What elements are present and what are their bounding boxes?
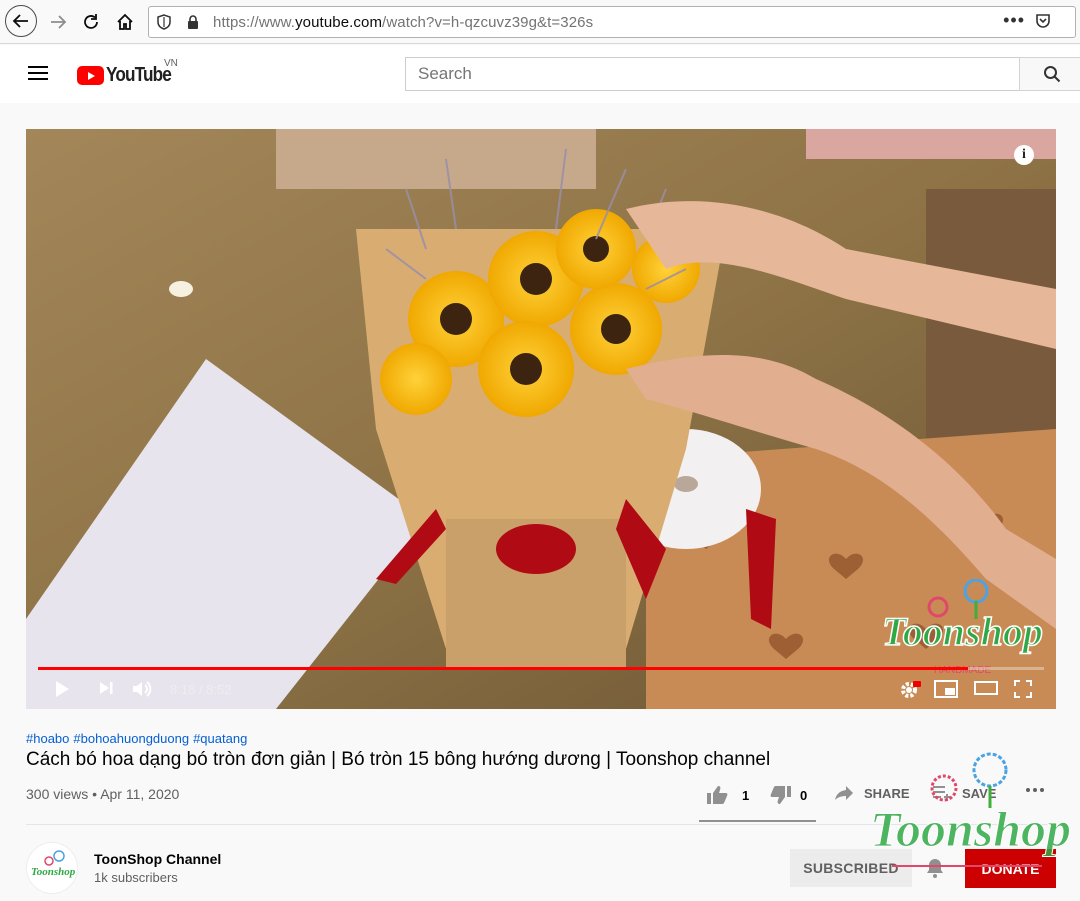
video-meta: 300 views • Apr 11, 2020 <box>26 786 179 802</box>
progress-bar[interactable] <box>38 667 1044 670</box>
video-title: Cách bó hoa dạng bó tròn đơn giản | Bó t… <box>26 749 771 770</box>
info-button[interactable]: i <box>1014 145 1034 165</box>
volume-icon <box>133 681 152 697</box>
search-icon <box>1043 66 1060 83</box>
youtube-play-logo-icon <box>77 66 104 85</box>
save-button[interactable]: SAVE <box>932 785 996 801</box>
like-count: 1 <box>742 787 750 803</box>
miniplayer-icon <box>934 680 958 698</box>
search-input[interactable] <box>406 58 1020 90</box>
playlist-add-icon <box>933 786 951 801</box>
theater-mode-button[interactable] <box>974 680 998 696</box>
fullscreen-button[interactable] <box>1014 680 1032 698</box>
hashtag-link[interactable]: #bohoahuongduong <box>73 731 189 746</box>
subscriber-count: 1k subscribers <box>94 870 178 885</box>
home-button[interactable] <box>110 7 140 37</box>
thumbs-up-icon <box>707 786 728 804</box>
back-button[interactable] <box>5 5 37 37</box>
search-box[interactable] <box>405 57 1020 91</box>
hashtags: #hoabo #bohoahuongduong #quatang <box>26 731 251 746</box>
channel-avatar[interactable]: Toonshop <box>26 842 78 894</box>
logo-text: YouTube <box>106 64 172 86</box>
channel-logo-image: Toonshop <box>31 850 76 878</box>
home-icon <box>117 13 133 30</box>
volume-button[interactable] <box>132 680 154 698</box>
settings-button[interactable] <box>899 680 921 700</box>
theater-mode-icon <box>974 681 998 695</box>
more-actions-button[interactable] <box>1025 787 1045 793</box>
hashtag-link[interactable]: #quatang <box>193 731 247 746</box>
lock-icon[interactable] <box>187 14 199 35</box>
reload-button[interactable] <box>76 7 106 37</box>
watermark-text: Toonshop <box>882 609 1043 654</box>
next-button[interactable] <box>98 680 114 696</box>
share-icon <box>835 786 853 800</box>
video-player[interactable]: i Toonshop HANDMADE 8:18 / 8:52 <box>26 129 1056 709</box>
player-controls: 8:18 / 8:52 <box>26 672 1056 709</box>
url-bar[interactable]: https://www.youtube.com/watch?v=h-qzcuvz… <box>148 6 1076 38</box>
page-actions-button[interactable]: ••• <box>1003 10 1025 31</box>
meta-separator: • <box>92 786 101 802</box>
upload-date: Apr 11, 2020 <box>100 786 180 802</box>
view-count: 300 views <box>26 786 89 802</box>
time-display: 8:18 / 8:52 <box>170 682 232 697</box>
donate-button[interactable]: DONATE <box>965 849 1056 888</box>
hashtag-link[interactable]: #hoabo <box>26 731 69 746</box>
youtube-logo[interactable]: YouTube VN <box>77 58 182 87</box>
notification-bell-icon[interactable] <box>924 857 946 884</box>
miniplayer-button[interactable] <box>934 680 958 698</box>
hamburger-menu-icon[interactable] <box>28 65 48 86</box>
progress-fill <box>38 667 968 670</box>
dislike-button[interactable]: 0 <box>770 785 807 805</box>
country-code: VN <box>164 58 178 69</box>
dislike-count: 0 <box>800 787 808 803</box>
reload-icon <box>84 14 98 29</box>
play-button[interactable] <box>54 680 70 698</box>
shield-icon[interactable] <box>157 14 171 35</box>
save-label: SAVE <box>962 785 997 801</box>
share-label: SHARE <box>864 785 910 801</box>
fullscreen-icon <box>1014 680 1032 698</box>
subscribed-button[interactable]: SUBSCRIBED <box>790 849 912 887</box>
sentiment-bar <box>699 820 816 822</box>
svg-text:Toonshop: Toonshop <box>31 866 76 878</box>
youtube-header: YouTube VN <box>0 45 1080 103</box>
gear-icon <box>901 681 921 698</box>
thumbs-down-icon <box>770 786 791 804</box>
next-icon <box>100 682 113 694</box>
channel-name[interactable]: ToonShop Channel <box>94 851 221 867</box>
forward-button[interactable] <box>43 7 73 37</box>
arrow-left-icon <box>12 14 28 28</box>
pocket-icon[interactable] <box>1035 13 1051 34</box>
browser-toolbar: https://www.youtube.com/watch?v=h-qzcuvz… <box>0 0 1080 44</box>
share-button[interactable]: SHARE <box>834 785 910 801</box>
more-horizontal-icon <box>1026 788 1044 792</box>
play-icon <box>56 681 69 697</box>
divider <box>26 824 1056 825</box>
toonshop-watermark: Toonshop HANDMADE <box>881 579 1044 676</box>
arrow-right-icon <box>51 15 67 29</box>
search-button[interactable] <box>1019 57 1080 91</box>
url-text: https://www.youtube.com/watch?v=h-qzcuvz… <box>213 14 594 31</box>
like-button[interactable]: 1 <box>706 785 749 805</box>
